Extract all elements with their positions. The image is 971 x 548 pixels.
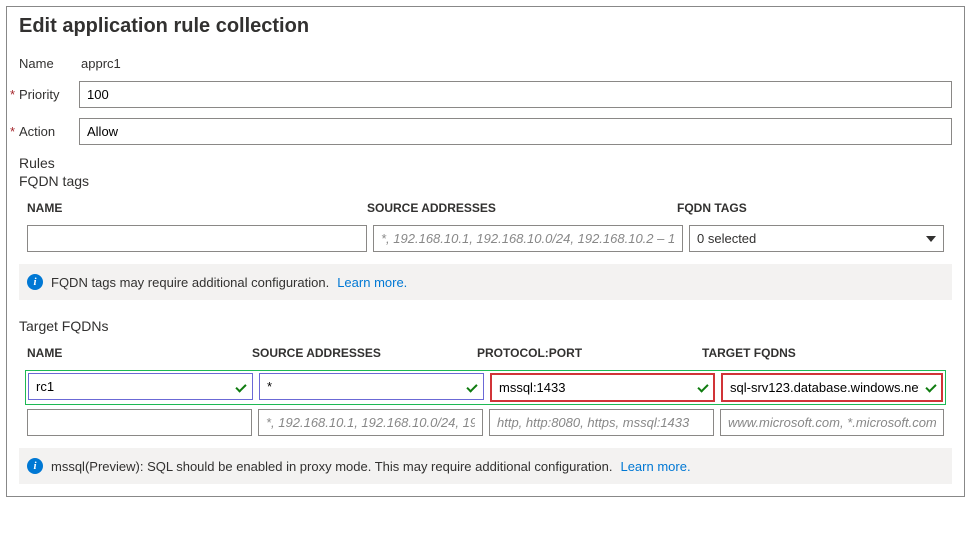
col-header-source: SOURCE ADDRESSES [367,201,677,215]
fqdn-tags-section-label: FQDN tags [19,173,952,189]
fqdn-tags-select[interactable]: 0 selected [689,225,944,252]
target-fqdn-input[interactable] [721,373,943,402]
check-icon [466,382,478,394]
mssql-learn-more-link[interactable]: Learn more. [620,459,690,474]
edit-rule-panel: Edit application rule collection Name ap… [6,6,965,497]
priority-label: Priority [19,87,79,102]
fqdn-tags-selected-text: 0 selected [697,231,756,246]
fqdn-tags-table: NAME SOURCE ADDRESSES FQDN TAGS 0 select… [19,191,952,260]
fqdn-info-bar: i FQDN tags may require additional confi… [19,264,952,300]
target-name-input-blank[interactable] [27,409,252,436]
fqdn-learn-more-link[interactable]: Learn more. [337,275,407,290]
info-icon: i [27,458,43,474]
check-icon [235,382,247,394]
chevron-down-icon [926,236,936,242]
target-protocol-input-blank[interactable] [489,409,714,436]
action-label: Action [19,124,79,139]
mssql-info-text: mssql(Preview): SQL should be enabled in… [51,459,612,474]
col-header-name: NAME [27,201,367,215]
col-header-source2: SOURCE ADDRESSES [252,346,477,360]
target-name-input[interactable] [28,373,253,400]
fqdn-name-input[interactable] [27,225,367,252]
check-icon [925,382,937,394]
mssql-info-bar: i mssql(Preview): SQL should be enabled … [19,448,952,484]
target-fqdns-section-label: Target FQDNs [19,318,952,334]
fqdn-info-text: FQDN tags may require additional configu… [51,275,329,290]
info-icon: i [27,274,43,290]
page-title: Edit application rule collection [19,15,952,38]
col-header-protocol: PROTOCOL:PORT [477,346,702,360]
target-source-input[interactable] [259,373,484,400]
col-header-tags: FQDN TAGS [677,201,944,215]
col-header-name2: NAME [27,346,252,360]
target-fqdns-table: NAME SOURCE ADDRESSES PROTOCOL:PORT TARG… [19,336,952,444]
priority-input[interactable] [79,81,952,108]
target-fqdn-input-blank[interactable] [720,409,944,436]
check-icon [697,382,709,394]
rules-section-label: Rules [19,155,952,171]
target-protocol-input[interactable] [490,373,715,402]
fqdn-source-input[interactable] [373,225,683,252]
target-source-input-blank[interactable] [258,409,483,436]
target-row-highlighted [25,370,946,405]
name-value: apprc1 [79,56,121,71]
action-input[interactable] [79,118,952,145]
name-label: Name [19,56,79,71]
col-header-target: TARGET FQDNS [702,346,944,360]
